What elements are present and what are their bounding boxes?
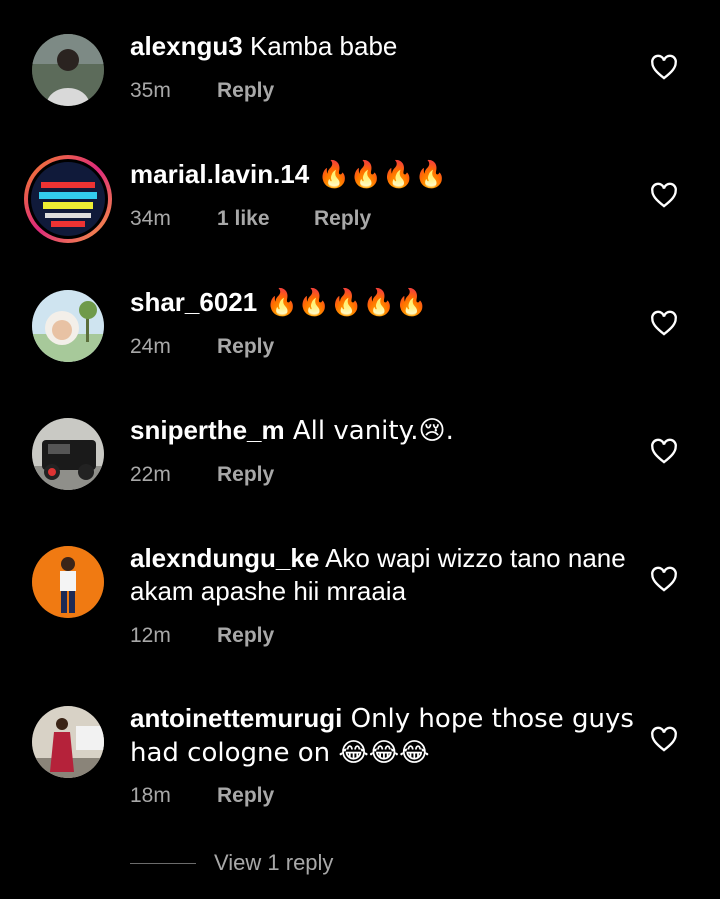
reply-button[interactable]: Reply <box>314 207 371 231</box>
reply-button[interactable]: Reply <box>217 79 274 103</box>
comment-meta: 35m Reply <box>130 79 274 103</box>
comment-time: 24m <box>130 335 171 358</box>
comment-username[interactable]: sniperthe_m <box>130 415 285 445</box>
avatar[interactable] <box>32 34 104 106</box>
heart-icon[interactable] <box>650 182 678 208</box>
avatar[interactable] <box>32 290 104 362</box>
promo-avatar-icon <box>31 162 105 236</box>
baby-avatar-icon <box>32 290 104 362</box>
comment-username[interactable]: shar_6021 <box>130 287 257 317</box>
car-avatar-icon <box>32 418 104 490</box>
comment-meta: 24m Reply <box>130 335 274 359</box>
comment-time: 22m <box>130 463 171 486</box>
comment-meta: 18m Reply <box>130 784 274 808</box>
likes-count[interactable]: 1 like <box>217 207 314 231</box>
comment-body: 🔥🔥🔥🔥🔥 <box>257 288 428 318</box>
comment-text: antoinettemurugi Only hope those guys ha… <box>130 702 640 770</box>
reply-button[interactable]: Reply <box>217 335 274 359</box>
person-avatar-icon <box>32 34 104 106</box>
comment-time: 34m <box>130 207 171 230</box>
woman-avatar-icon <box>32 706 104 778</box>
avatar[interactable] <box>32 706 104 778</box>
view-replies-button[interactable]: View 1 reply <box>130 850 333 876</box>
comment-username[interactable]: antoinettemurugi <box>130 703 342 733</box>
comment-text: marial.lavin.14 🔥🔥🔥🔥 <box>130 158 640 192</box>
comment-text: sniperthe_m All vanity.😢. <box>130 414 640 448</box>
heart-icon[interactable] <box>650 726 678 752</box>
heart-icon[interactable] <box>650 566 678 592</box>
heart-icon[interactable] <box>650 310 678 336</box>
comment-username[interactable]: marial.lavin.14 <box>130 159 309 189</box>
comment-meta: 22m Reply <box>130 463 274 487</box>
avatar[interactable] <box>32 418 104 490</box>
reply-button[interactable]: Reply <box>217 624 274 648</box>
view-replies-label[interactable]: View 1 reply <box>214 850 333 876</box>
heart-icon[interactable] <box>650 54 678 80</box>
comment-body: Kamba babe <box>242 31 398 61</box>
avatar[interactable] <box>24 155 112 243</box>
comment-text: alexndungu_ke Ako wapi wizzo tano nane a… <box>130 542 640 608</box>
comment-time: 18m <box>130 784 171 807</box>
comment-time: 12m <box>130 624 171 647</box>
comment-meta: 12m Reply <box>130 624 274 648</box>
person-orange-avatar-icon <box>32 546 104 618</box>
comment-body: All vanity.😢. <box>284 416 454 446</box>
comment-username[interactable]: alexngu3 <box>130 31 243 61</box>
replies-divider <box>130 862 196 864</box>
comment-text: shar_6021 🔥🔥🔥🔥🔥 <box>130 286 640 320</box>
reply-button[interactable]: Reply <box>217 784 274 808</box>
comment-meta: 34m 1 like Reply <box>130 207 371 231</box>
comment-text: alexngu3 Kamba babe <box>130 30 640 63</box>
comment-username[interactable]: alexndungu_ke <box>130 543 319 573</box>
avatar[interactable] <box>32 546 104 618</box>
comment-body: 🔥🔥🔥🔥 <box>309 160 447 190</box>
heart-icon[interactable] <box>650 438 678 464</box>
story-ring <box>28 159 108 239</box>
comment-time: 35m <box>130 79 171 102</box>
reply-button[interactable]: Reply <box>217 463 274 487</box>
